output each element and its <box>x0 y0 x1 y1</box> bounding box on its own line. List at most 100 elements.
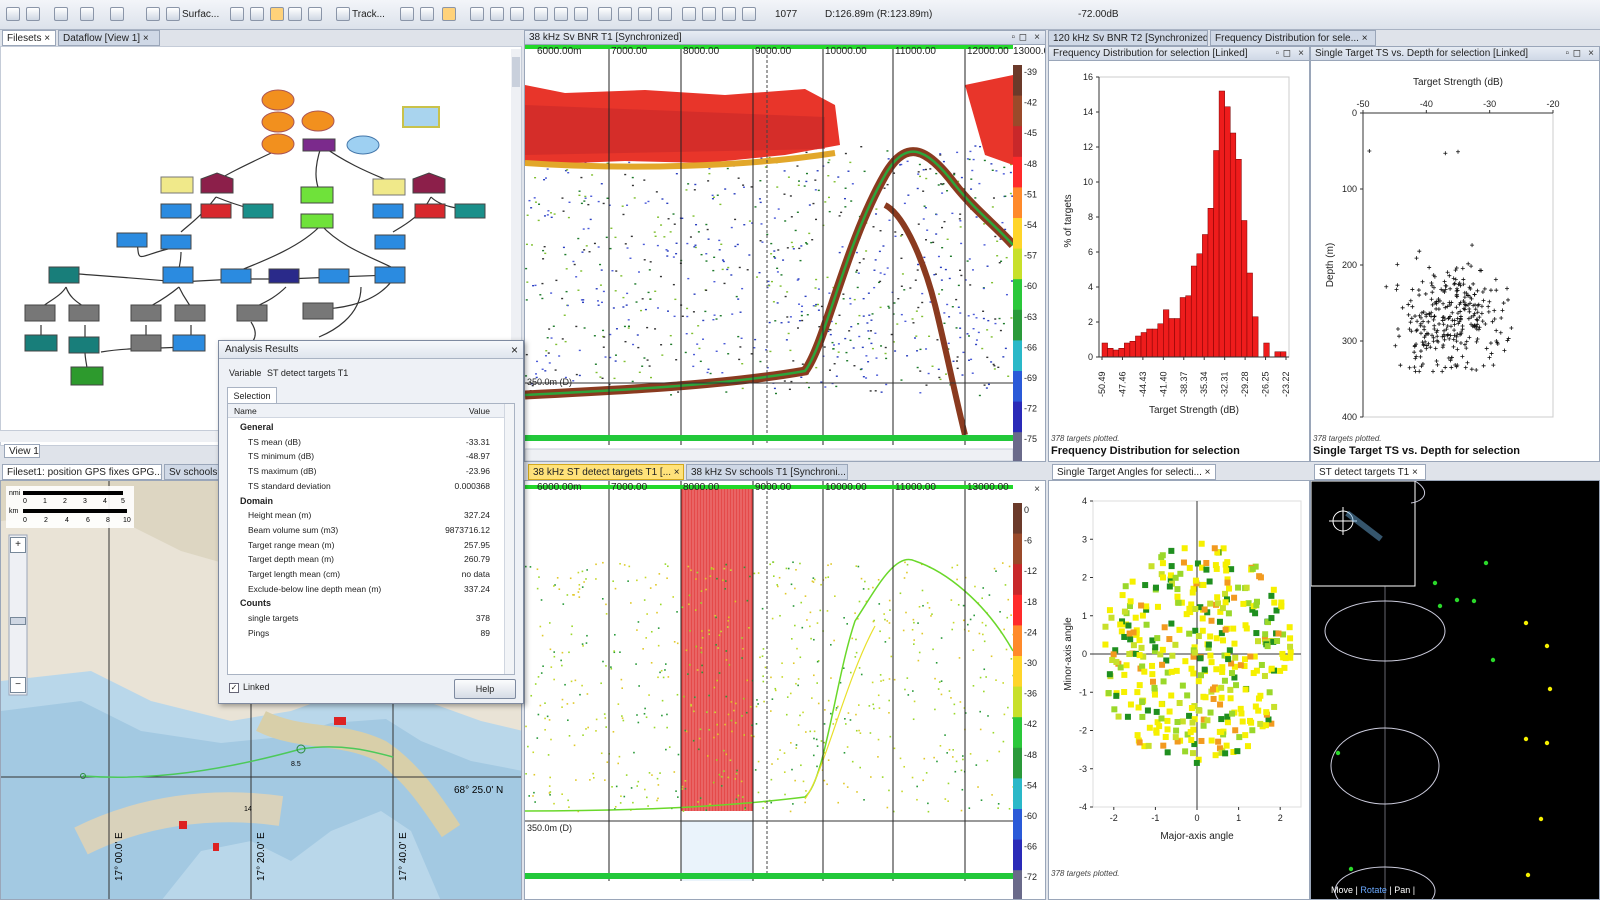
single-target <box>668 746 671 748</box>
tab-frequency-distribution[interactable]: Frequency Distribution for sele... × <box>1210 30 1376 46</box>
pan-mode[interactable]: Pan <box>1394 885 1410 895</box>
echo-sample <box>992 197 995 199</box>
maximize-icon[interactable]: ◻ <box>1573 47 1581 61</box>
single-target <box>820 583 822 586</box>
line-tool-icon[interactable] <box>230 7 244 21</box>
open-folder-icon[interactable] <box>26 7 40 21</box>
save-icon[interactable] <box>54 7 68 21</box>
tab-st-detect-targets[interactable]: 38 kHz ST detect targets T1 [... × <box>528 464 684 480</box>
echo-sample <box>933 273 936 276</box>
measure-icon[interactable] <box>400 7 414 21</box>
polygon-icon[interactable] <box>288 7 302 21</box>
single-target <box>684 780 687 782</box>
new-file-icon[interactable] <box>6 7 20 21</box>
import-icon[interactable] <box>490 7 504 21</box>
track-tool-label[interactable]: Track... <box>352 6 385 24</box>
tab-selection[interactable]: Selection <box>227 387 277 403</box>
rotate-mode[interactable]: Rotate <box>1360 885 1387 895</box>
tab-gps-fixes[interactable]: Fileset1: position GPS fixes GPG... × <box>2 464 162 480</box>
stack-icon[interactable] <box>574 7 588 21</box>
single-target <box>960 809 963 812</box>
tab-st-detect-targets-3d[interactable]: ST detect targets T1 × <box>1314 464 1426 480</box>
float-icon[interactable]: ▫ <box>1565 47 1569 61</box>
echogram-bottom-panel[interactable]: × 6000.00m 7000.00 8000.00 9000.00 10000.00 1… <box>524 480 1046 900</box>
close-icon[interactable]: × <box>1298 47 1304 61</box>
crosshair-icon[interactable] <box>442 7 456 21</box>
refresh-icon[interactable] <box>510 7 524 21</box>
float-icon[interactable]: ▫ <box>1011 31 1015 45</box>
echo-sample <box>959 312 962 314</box>
funnel-icon[interactable] <box>638 7 652 21</box>
tab-filesets[interactable]: Filesets × <box>2 30 56 46</box>
echo-sample <box>609 356 612 359</box>
svg-text:5: 5 <box>121 498 125 505</box>
float-icon[interactable]: ▫ <box>1275 47 1279 61</box>
target-point <box>1257 720 1264 727</box>
brush-icon[interactable] <box>250 7 264 21</box>
color-scale-swatch <box>1013 371 1022 402</box>
tab-120khz-sv[interactable]: 120 kHz Sv BNR T2 [Synchronized] × <box>1048 30 1208 46</box>
single-target <box>700 651 703 654</box>
cloud-icon[interactable] <box>618 7 632 21</box>
echo-sample <box>815 278 818 281</box>
rectangle-select-icon[interactable] <box>146 7 160 21</box>
close-icon[interactable]: × <box>1588 47 1594 61</box>
target-point <box>1162 734 1169 741</box>
move-mode[interactable]: Move <box>1331 885 1353 895</box>
tab-single-target-angles[interactable]: Single Target Angles for selecti... × <box>1052 464 1216 480</box>
zoom-slider-handle[interactable] <box>10 617 26 625</box>
ruler-icon[interactable] <box>420 7 434 21</box>
echo-sample <box>798 303 801 305</box>
angles-panel[interactable]: -4 -3 -2 -1 0 1 2 3 4 -2 -1 0 1 2 Major-axis angle Mino… <box>1048 480 1310 900</box>
echogram-top-panel[interactable]: 38 kHz Sv BNR T1 [Synchronized] ▫ ◻ × 60… <box>524 30 1046 462</box>
single-target <box>855 651 858 654</box>
zoom-out-icon[interactable]: − <box>10 677 26 693</box>
echo-sample <box>879 306 882 309</box>
single-target <box>586 693 589 695</box>
single-target <box>605 726 607 728</box>
zoom-out-icon[interactable] <box>702 7 716 21</box>
frequency-panel[interactable]: Frequency Distribution for selection [Li… <box>1048 46 1310 462</box>
export-icon[interactable] <box>470 7 484 21</box>
region-tool-icon[interactable] <box>270 7 284 21</box>
track-icon[interactable] <box>336 7 350 21</box>
echo-sample <box>829 329 832 331</box>
tab-sv-schools-echogram[interactable]: 38 kHz Sv schools T1 [Synchroni... × <box>686 464 848 480</box>
distance-ruler-label: 6000.00m <box>537 482 581 493</box>
tab-dataflow[interactable]: Dataflow [View 1] × <box>58 30 160 46</box>
anchor-icon[interactable] <box>658 7 672 21</box>
surface-tool-label[interactable]: Surfac... <box>182 6 219 24</box>
tab-view-1[interactable]: View 1 <box>4 444 40 458</box>
close-icon[interactable]: × <box>511 343 518 357</box>
flag-icon[interactable] <box>308 7 322 21</box>
zoom-in-icon[interactable] <box>682 7 696 21</box>
ts-depth-panel[interactable]: Single Target TS vs. Depth for selection… <box>1310 46 1600 462</box>
single-target <box>712 781 715 784</box>
single-target <box>930 615 932 617</box>
filter-icon[interactable] <box>598 7 612 21</box>
redo-icon[interactable] <box>110 7 124 21</box>
palette-icon[interactable] <box>534 7 548 21</box>
maximize-icon[interactable]: ◻ <box>1283 47 1291 61</box>
surface-tool-icon[interactable] <box>166 7 180 21</box>
help-button[interactable]: Help <box>454 679 516 699</box>
maximize-icon[interactable]: ◻ <box>1019 31 1027 45</box>
y-tick-label: -3 <box>1079 764 1087 774</box>
color-scale-swatch <box>1013 156 1022 188</box>
grid-icon[interactable] <box>554 7 568 21</box>
single-target <box>762 680 765 683</box>
tab-sv-schools[interactable]: Sv schools <box>164 464 222 480</box>
grid-scrollbar[interactable] <box>504 404 514 674</box>
close-icon[interactable]: × <box>1034 31 1040 45</box>
echo-sample <box>879 280 882 283</box>
zoom-in-icon[interactable]: + <box>10 537 26 553</box>
linked-checkbox[interactable]: ✓ <box>229 683 239 693</box>
target-3d-panel[interactable]: Move | Rotate | Pan | <box>1310 480 1600 900</box>
echo-sample <box>900 285 903 287</box>
pan-icon[interactable] <box>722 7 736 21</box>
undo-icon[interactable] <box>80 7 94 21</box>
results-row-value: 89 <box>480 627 490 638</box>
echo-sample <box>997 366 1000 369</box>
echo-sample <box>627 327 630 329</box>
zoom-extent-icon[interactable] <box>742 7 756 21</box>
